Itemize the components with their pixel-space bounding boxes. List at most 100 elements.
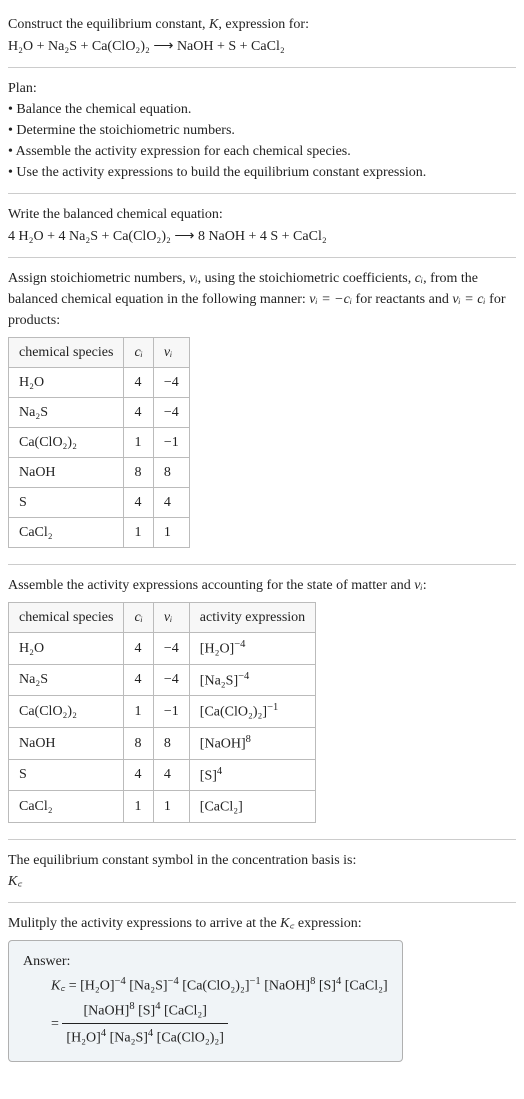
- col-ci: cᵢ: [124, 603, 153, 633]
- cell-c: 4: [124, 398, 153, 428]
- act-exp: −4: [238, 671, 249, 682]
- plan-heading: Plan:: [8, 78, 516, 99]
- denominator: [H₂O]4 [Na₂S]4 [Ca(ClO₂)₂]: [62, 1024, 228, 1049]
- multiply-t: expression:: [294, 916, 361, 931]
- act-base: [Na₂S]: [200, 673, 238, 688]
- nu-i: νᵢ: [414, 578, 422, 593]
- cell-c: 4: [124, 759, 153, 791]
- act-exp: −4: [234, 639, 245, 650]
- cell-species: CaCl₂: [9, 518, 124, 548]
- act-base: [H₂O]: [200, 642, 234, 657]
- table-row: CaCl₂11: [9, 518, 190, 548]
- cell-c: 1: [124, 791, 153, 823]
- balanced-heading: Write the balanced chemical equation:: [8, 204, 516, 225]
- cell-species: S: [9, 488, 124, 518]
- table-row: NaOH88: [9, 458, 190, 488]
- cell-c: 8: [124, 458, 153, 488]
- act-base: [S]: [200, 768, 217, 783]
- answer-label: Answer:: [23, 951, 388, 972]
- cell-activity: [S]4: [189, 759, 315, 791]
- cell-species: Ca(ClO₂)₂: [9, 696, 124, 728]
- plan-bullet: • Determine the stoichiometric numbers.: [8, 120, 516, 141]
- balanced-lhs: 4 H₂O + 4 Na₂S + Ca(ClO₂)₂: [8, 229, 171, 244]
- table-row: Ca(ClO₂)₂1−1: [9, 428, 190, 458]
- exp: −4: [168, 976, 179, 987]
- answer-line1: K꜀ = [H₂O]−4 [Na₂S]−4 [Ca(ClO₂)₂]−1 [NaO…: [51, 974, 388, 997]
- act-base: [CaCl₂]: [200, 800, 243, 815]
- term: [CaCl₂]: [341, 979, 387, 994]
- divider: [8, 839, 516, 840]
- table-row: Ca(ClO₂)₂1−1[Ca(ClO₂)₂]−1: [9, 696, 316, 728]
- exp: −4: [115, 976, 126, 987]
- stoich-text: Assign stoichiometric numbers, νᵢ, using…: [8, 268, 516, 331]
- cell-species: CaCl₂: [9, 791, 124, 823]
- col-nui: νᵢ: [153, 603, 189, 633]
- cell-v: 8: [153, 458, 189, 488]
- term: [Na₂S]: [126, 979, 168, 994]
- divider: [8, 67, 516, 68]
- cell-c: 1: [124, 696, 153, 728]
- answer-content: K꜀ = [H₂O]−4 [Na₂S]−4 [Ca(ClO₂)₂]−1 [NaO…: [23, 974, 388, 1049]
- intro-text-b: , expression for:: [218, 17, 309, 32]
- table-row: S44[S]4: [9, 759, 316, 791]
- kc-symbol: K꜀: [8, 871, 516, 892]
- cell-activity: [NaOH]8: [189, 727, 315, 759]
- cell-species: Na₂S: [9, 664, 124, 696]
- activity-table: chemical species cᵢ νᵢ activity expressi…: [8, 602, 316, 823]
- intro-text: Construct the equilibrium constant, K, e…: [8, 14, 516, 35]
- cell-species: NaOH: [9, 727, 124, 759]
- cell-activity: [CaCl₂]: [189, 791, 315, 823]
- answer-box: Answer: K꜀ = [H₂O]−4 [Na₂S]−4 [Ca(ClO₂)₂…: [8, 940, 403, 1062]
- cell-activity: [H₂O]−4: [189, 633, 315, 665]
- divider: [8, 193, 516, 194]
- cell-c: 8: [124, 727, 153, 759]
- term: [NaOH]: [83, 1003, 129, 1018]
- table-header-row: chemical species cᵢ νᵢ activity expressi…: [9, 603, 316, 633]
- table-row: NaOH88[NaOH]8: [9, 727, 316, 759]
- cell-v: −4: [153, 633, 189, 665]
- fraction: [NaOH]8 [S]4 [CaCl₂] [H₂O]4 [Na₂S]4 [Ca(…: [62, 999, 228, 1049]
- term: [Ca(ClO₂)₂]: [179, 979, 250, 994]
- c-i: cᵢ: [415, 271, 423, 286]
- table-header-row: chemical species cᵢ νᵢ: [9, 338, 190, 368]
- act-base: [Ca(ClO₂)₂]: [200, 705, 267, 720]
- cell-species: Ca(ClO₂)₂: [9, 428, 124, 458]
- stoich-table: chemical species cᵢ νᵢ H₂O4−4 Na₂S4−4 Ca…: [8, 337, 190, 548]
- cell-v: −4: [153, 664, 189, 696]
- term: [S]: [315, 979, 336, 994]
- eq-rhs: NaOH + S + CaCl₂: [177, 39, 285, 54]
- activity-text: Assemble the activity expressions accoun…: [8, 575, 516, 596]
- intro-section: Construct the equilibrium constant, K, e…: [8, 8, 516, 63]
- act-exp: 8: [246, 734, 251, 745]
- k-symbol: K: [209, 17, 218, 32]
- cell-v: 4: [153, 759, 189, 791]
- term: [Ca(ClO₂)₂]: [153, 1031, 224, 1046]
- eq-lhs: H₂O + Na₂S + Ca(ClO₂)₂: [8, 39, 150, 54]
- unbalanced-equation: H₂O + Na₂S + Ca(ClO₂)₂ ⟶ NaOH + S + CaCl…: [8, 35, 516, 57]
- act-exp: −1: [267, 702, 278, 713]
- stoich-t: Assign stoichiometric numbers,: [8, 271, 189, 286]
- col-activity: activity expression: [189, 603, 315, 633]
- multiply-t: Mulitply the activity expressions to arr…: [8, 916, 280, 931]
- cell-activity: [Na₂S]−4: [189, 664, 315, 696]
- table-row: H₂O4−4[H₂O]−4: [9, 633, 316, 665]
- activity-section: Assemble the activity expressions accoun…: [8, 569, 516, 835]
- cell-v: 8: [153, 727, 189, 759]
- stoich-section: Assign stoichiometric numbers, νᵢ , using…: [8, 262, 516, 560]
- cell-species: NaOH: [9, 458, 124, 488]
- multiply-text: Mulitply the activity expressions to arr…: [8, 913, 516, 934]
- cell-v: 1: [153, 791, 189, 823]
- cell-c: 4: [124, 664, 153, 696]
- col-nui: νᵢ: [153, 338, 189, 368]
- exp: −1: [250, 976, 261, 987]
- intro-text-a: Construct the equilibrium constant,: [8, 17, 209, 32]
- plan-section: Plan: • Balance the chemical equation. •…: [8, 72, 516, 189]
- table-row: Na₂S4−4[Na₂S]−4: [9, 664, 316, 696]
- plan-bullet: • Balance the chemical equation.: [8, 99, 516, 120]
- equals: =: [51, 1016, 62, 1031]
- kc-symbol-text: The equilibrium constant symbol in the c…: [8, 850, 516, 871]
- act-base: [NaOH]: [200, 737, 246, 752]
- stoich-t: , using the stoichiometric coefficients,: [198, 271, 415, 286]
- table-row: H₂O4−4: [9, 368, 190, 398]
- activity-t: Assemble the activity expressions accoun…: [8, 578, 414, 593]
